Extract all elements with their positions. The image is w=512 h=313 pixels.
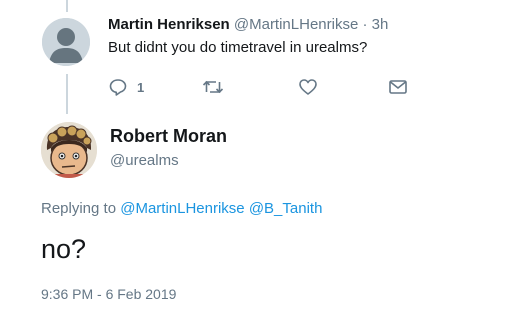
cartoon-avatar-icon — [41, 122, 97, 178]
default-avatar[interactable] — [42, 18, 90, 66]
parent-tweet-text: But didnt you do timetravel in urealms? — [108, 39, 368, 56]
reply-icon — [109, 79, 127, 96]
retweet-button[interactable] — [202, 76, 224, 98]
author-name[interactable]: Robert Moran — [110, 126, 227, 147]
author-handle[interactable]: @urealms — [110, 152, 179, 169]
parent-tweet-header: Martin Henriksen @MartinLHenrikse · 3h — [108, 16, 388, 33]
message-button[interactable] — [388, 76, 408, 98]
parent-tweet-time[interactable]: 3h — [372, 16, 389, 33]
retweet-icon — [202, 80, 224, 94]
like-button[interactable] — [298, 76, 318, 98]
tweet-text: no? — [41, 234, 87, 264]
parent-author-handle[interactable]: @MartinLHenrikse — [234, 16, 358, 33]
author-avatar[interactable] — [41, 122, 97, 178]
message-icon — [389, 80, 407, 94]
mention-link[interactable]: @MartinLHenrikse — [120, 200, 244, 217]
default-avatar-icon — [42, 18, 90, 66]
tweet-actions: 1 — [108, 76, 428, 98]
replying-prefix: Replying to — [41, 200, 117, 217]
replying-to-line: Replying to @MartinLHenrikse @B_Tanith — [41, 200, 322, 217]
mention-link[interactable]: @B_Tanith — [249, 200, 323, 217]
reply-button[interactable]: 1 — [108, 76, 144, 98]
thread-line-top — [66, 0, 68, 12]
header-separator: · — [362, 16, 368, 33]
parent-author-name[interactable]: Martin Henriksen — [108, 16, 230, 33]
like-icon — [299, 79, 317, 95]
thread-line-bottom — [66, 74, 68, 114]
tweet-timestamp[interactable]: 9:36 PM - 6 Feb 2019 — [41, 286, 176, 302]
reply-count: 1 — [137, 79, 145, 95]
